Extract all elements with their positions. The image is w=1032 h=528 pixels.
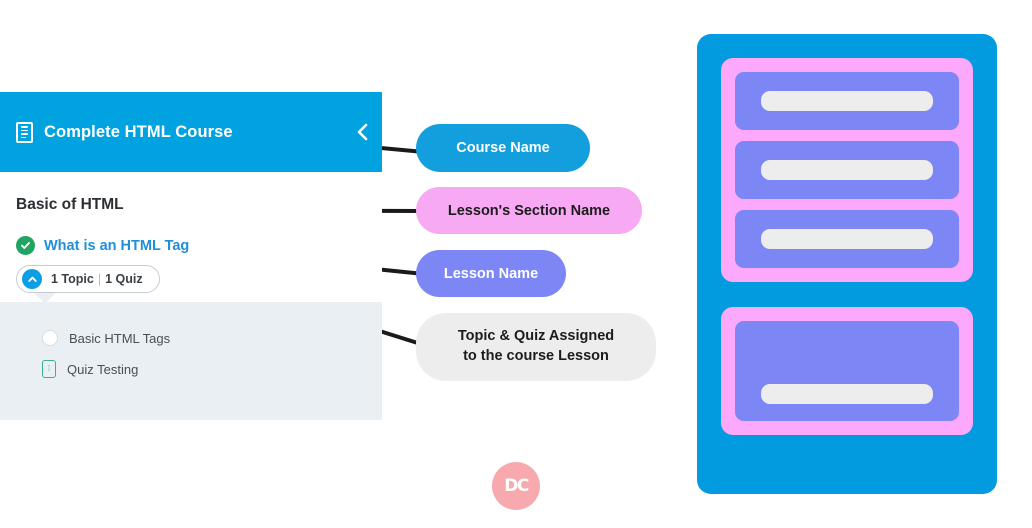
diagram-item-bar — [760, 229, 934, 249]
lesson-contents: Basic HTML Tags ⁞ Quiz Testing — [0, 293, 382, 420]
callout-course-name: Course Name — [416, 124, 590, 172]
callout-section-name: Lesson's Section Name — [416, 187, 642, 234]
page-title: Complete HTML Course — [44, 122, 233, 141]
canvas: Complete HTML Course Basic of HTML What … — [0, 0, 1032, 528]
course-panel-body: Basic of HTML What is an HTML Tag 1 Topi… — [0, 172, 382, 420]
pointer-notch — [34, 293, 56, 303]
diagram-lesson-block — [735, 321, 959, 421]
quiz-label: Quiz Testing — [67, 361, 139, 377]
lesson-meta-wrap: 1 Topic | 1 Quiz — [0, 255, 382, 293]
diagram-lesson-block — [735, 141, 959, 199]
callout-section-name-label: Lesson's Section Name — [447, 202, 611, 219]
callout-lesson-name-label: Lesson Name — [443, 265, 539, 282]
course-panel: Complete HTML Course Basic of HTML What … — [0, 92, 382, 420]
topic-count: 1 Topic — [51, 272, 94, 286]
lesson-meta-toggle[interactable]: 1 Topic | 1 Quiz — [16, 265, 160, 293]
diagram-lesson-block — [735, 72, 959, 130]
quiz-icon: ⁞ — [42, 360, 56, 378]
chevron-up-circle-icon — [22, 269, 42, 289]
course-panel-header: Complete HTML Course — [0, 92, 382, 172]
diagram-section-block — [721, 307, 973, 435]
diagram-item-bar — [760, 160, 934, 180]
diagram-item-bar — [760, 91, 934, 111]
list-item[interactable]: ⁞ Quiz Testing — [0, 360, 382, 378]
brand-watermark-label: DC — [504, 476, 529, 496]
brand-watermark: DC — [492, 462, 540, 510]
callout-topic-quiz-label: Topic & Quiz Assigned to the course Less… — [458, 327, 614, 366]
callout-topic-quiz-line2: to the course Lesson — [463, 348, 609, 364]
lesson-item[interactable]: What is an HTML Tag — [0, 214, 382, 255]
check-circle-icon — [16, 236, 35, 255]
collapse-sidebar-button[interactable] — [350, 119, 376, 145]
quiz-count: 1 Quiz — [105, 272, 143, 286]
course-structure-diagram — [697, 34, 997, 494]
topic-label: Basic HTML Tags — [69, 330, 171, 346]
callout-lesson-name: Lesson Name — [416, 250, 566, 297]
lesson-title: What is an HTML Tag — [44, 237, 190, 254]
circle-outline-icon — [42, 330, 58, 346]
callout-course-name-label: Course Name — [456, 140, 550, 156]
list-item[interactable]: Basic HTML Tags — [0, 330, 382, 346]
diagram-item-bar — [760, 384, 934, 404]
diagram-lesson-block — [735, 210, 959, 268]
chevron-left-icon — [357, 123, 368, 141]
meta-separator: | — [97, 272, 102, 286]
document-list-icon — [16, 121, 33, 143]
callout-topic-quiz-line1: Topic & Quiz Assigned — [457, 328, 615, 345]
lesson-meta-text: 1 Topic | 1 Quiz — [51, 272, 143, 286]
diagram-section-block — [721, 58, 973, 282]
callout-topic-quiz: Topic & Quiz Assigned to the course Less… — [416, 313, 656, 381]
section-title: Basic of HTML — [16, 196, 124, 213]
